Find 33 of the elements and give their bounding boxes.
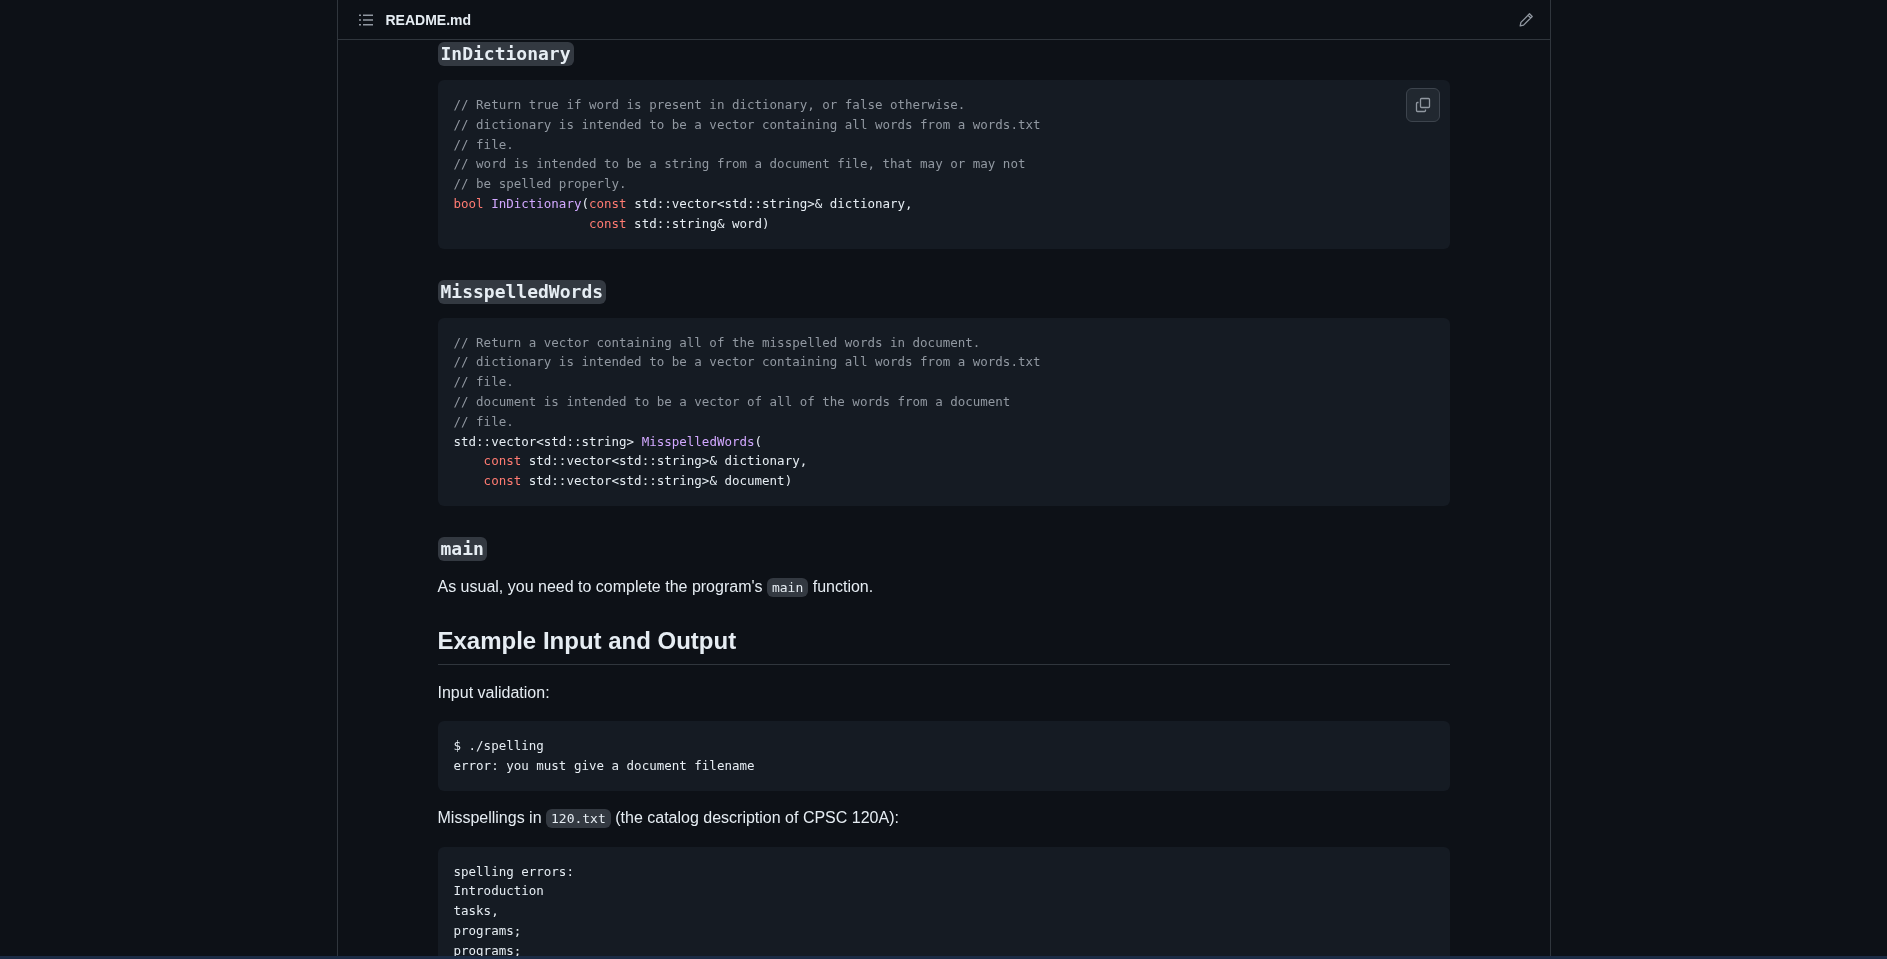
code-line: // word is intended to be a string from a document file, that may or may not — [453, 155, 1026, 174]
section-heading: MisspelledWords — [437, 279, 607, 304]
code-line: tasks, — [453, 902, 499, 921]
code-line: const std::string& word) — [587, 214, 770, 233]
paragraph: Input validation: — [437, 682, 551, 703]
copy-button[interactable] — [1405, 88, 1440, 122]
code-line: // file. — [453, 373, 514, 392]
code-line: programs; — [453, 921, 522, 940]
code-line: // be spelled properly. — [453, 175, 627, 194]
paragraph: Misspellings in 120.txt (the catalog description of CPSC 120A): — [437, 807, 900, 830]
file-name: README.md — [385, 11, 472, 28]
code-line: programs; — [453, 941, 522, 959]
code-line: // Return a vector containing all of the misspelled words in document. — [453, 333, 981, 352]
code-line: // document is intended to be a vector of all of the words from a document — [453, 392, 1011, 411]
code-line: spelling errors: — [453, 862, 574, 881]
code-line: bool InDictionary(const std::vector<std::string>& dictionary, — [453, 195, 913, 213]
code-line: // Return true if word is present in dictionary, or false otherwise. — [453, 96, 966, 114]
code-line: $ ./spelling — [453, 736, 544, 755]
copy-icon — [1414, 97, 1431, 113]
pencil-icon[interactable] — [1517, 11, 1534, 28]
code-line: // file. — [453, 135, 514, 154]
code-line: std::vector<std::string> MisspelledWords( — [453, 432, 763, 451]
section-heading: Example Input and Output — [437, 626, 737, 654]
code-line: const std::vector<std::string>& dictionary, — [482, 452, 808, 471]
code-line: error: you must give a document filename — [453, 756, 755, 775]
section-heading: InDictionary — [437, 42, 574, 66]
code-line: // dictionary is intended to be a vector containing all words from a words.txt — [453, 115, 1041, 134]
paragraph: As usual, you need to complete the program's main function. — [437, 576, 875, 599]
code-line: Introduction — [453, 882, 544, 901]
code-line: const std::vector<std::string>& document) — [482, 472, 793, 491]
code-line: // dictionary is intended to be a vector containing all words from a words.txt — [453, 353, 1041, 372]
code-line: // file. — [453, 412, 514, 431]
section-heading: main — [437, 536, 487, 561]
